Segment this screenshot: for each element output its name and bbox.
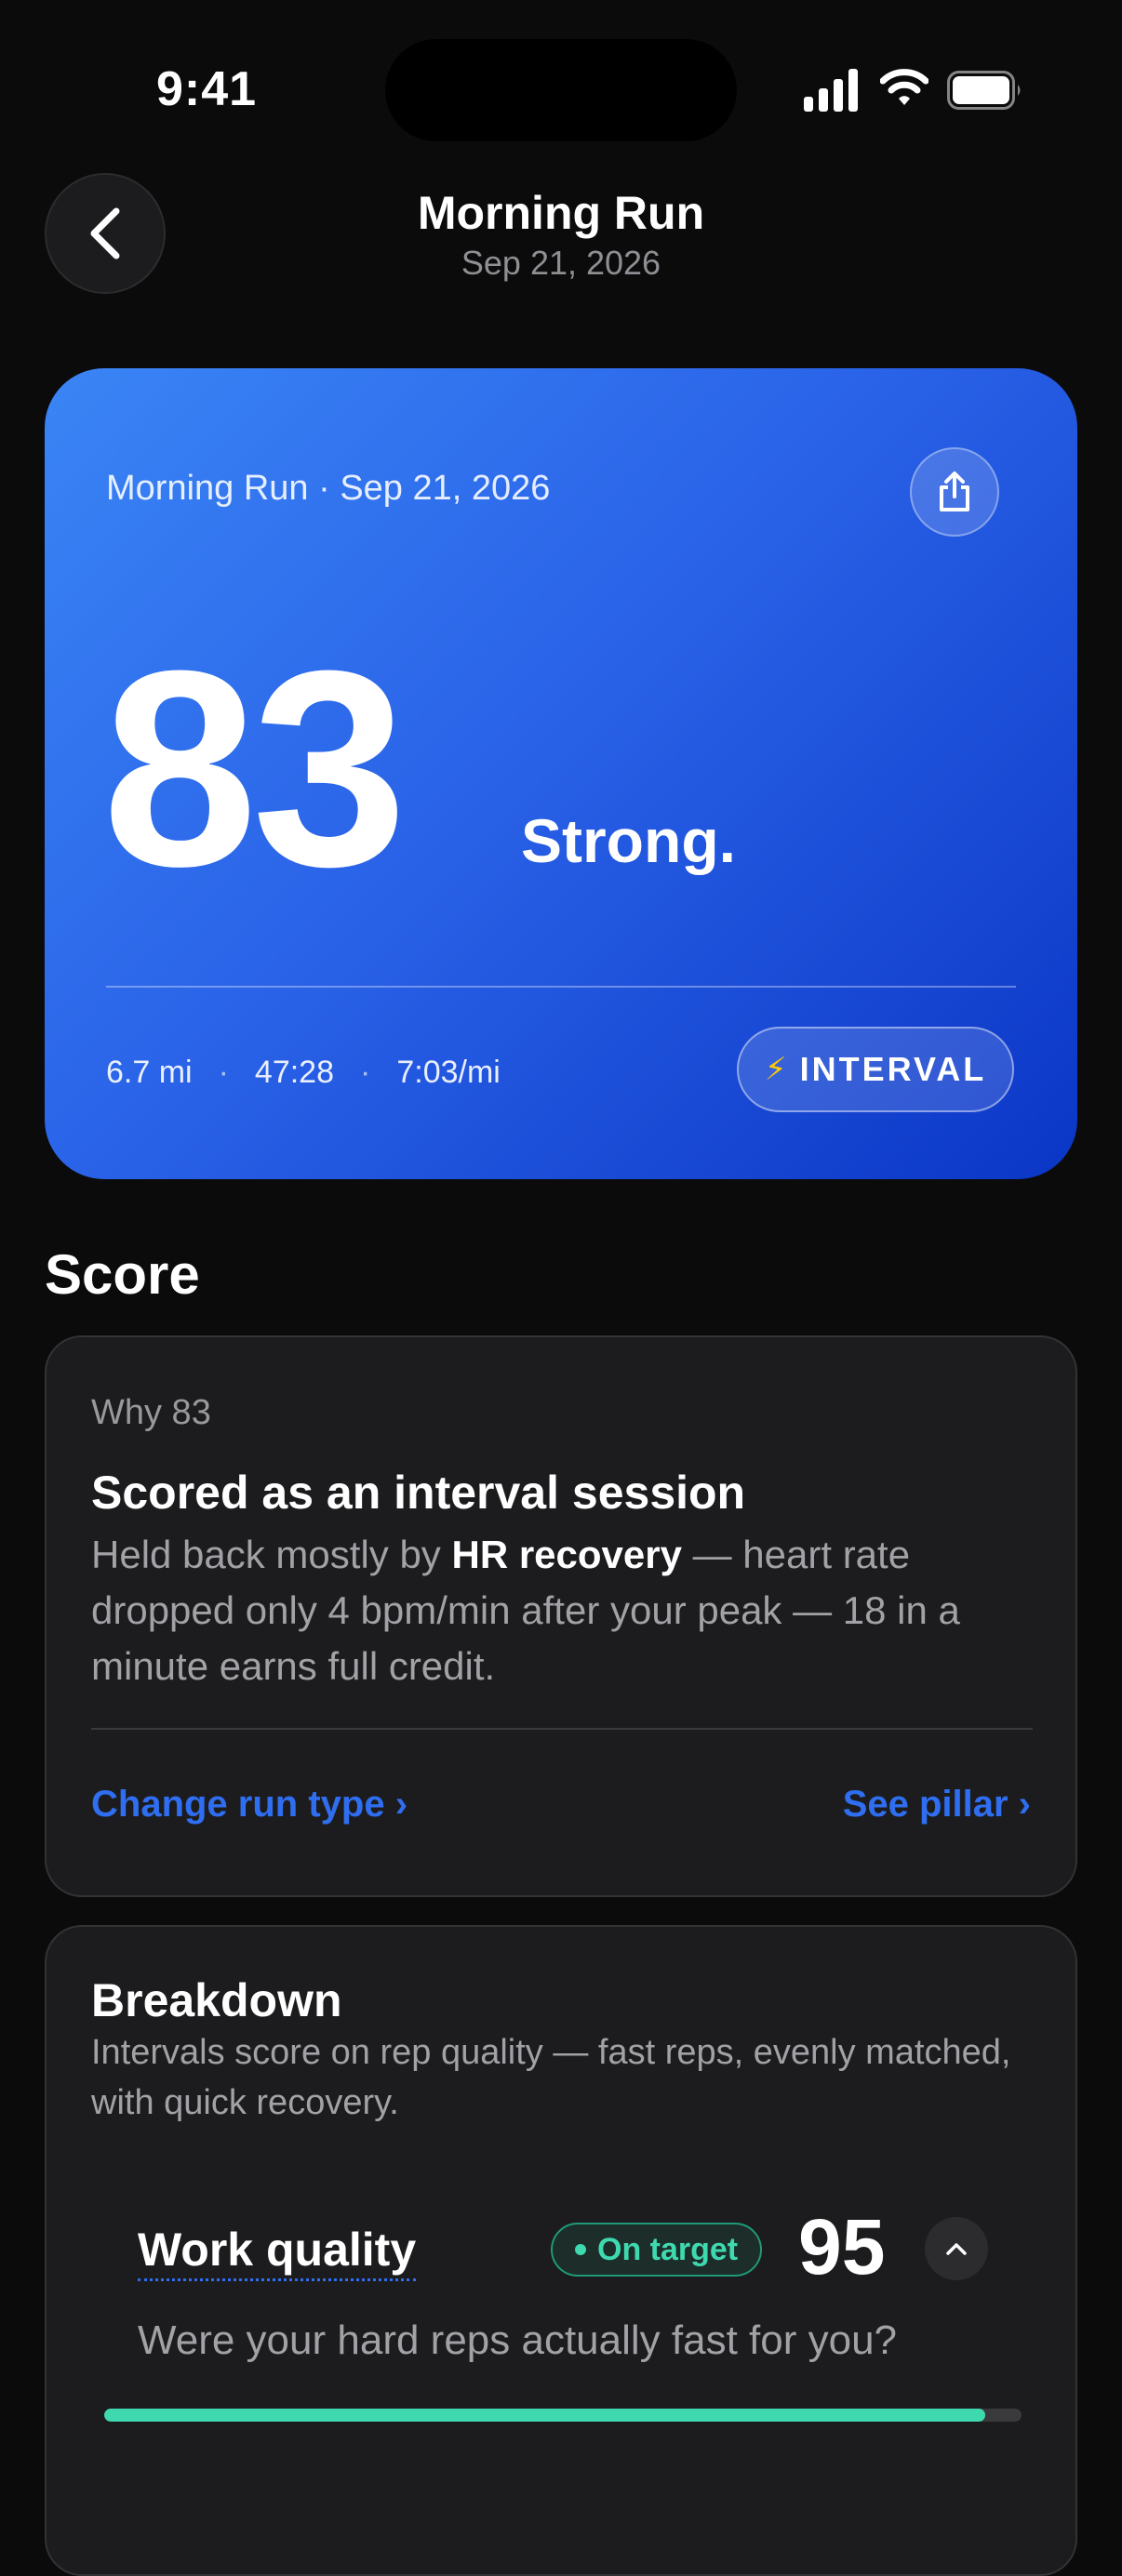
card-divider xyxy=(91,1728,1033,1730)
share-button[interactable] xyxy=(910,447,999,537)
distance-stat: 6.7 mi xyxy=(106,1055,193,1090)
breakdown-card: Breakdown Intervals score on rep quality… xyxy=(45,1925,1077,2576)
why-title: Scored as an interval session xyxy=(91,1467,746,1519)
pillar-progress-fill xyxy=(104,2409,985,2422)
status-label: On target xyxy=(597,2231,739,2267)
stat-separator: · xyxy=(360,1055,371,1090)
run-type-badge[interactable]: ⚡ INTERVAL xyxy=(737,1027,1014,1112)
status-time: 9:41 xyxy=(156,62,258,116)
see-pillar-link[interactable]: See pillar › xyxy=(843,1784,1031,1826)
stat-separator: · xyxy=(218,1055,229,1090)
run-score: 83 xyxy=(102,612,407,924)
score-hero-card: Morning Run · Sep 21, 2026 83 Strong. 6.… xyxy=(45,368,1077,1179)
duration-stat: 47:28 xyxy=(254,1055,335,1090)
share-icon xyxy=(940,471,969,511)
run-stats: 6.7 mi · 47:28 · 7:03/mi xyxy=(106,1055,501,1091)
status-dot-icon xyxy=(575,2244,586,2255)
run-type-label: INTERVAL xyxy=(799,1050,987,1088)
page-subtitle: Sep 21, 2026 xyxy=(461,244,661,282)
change-run-type-link[interactable]: Change run type › xyxy=(91,1784,407,1826)
status-badge: On target xyxy=(551,2223,763,2277)
breakdown-title: Breakdown xyxy=(91,1974,342,2026)
breakdown-description: Intervals score on rep quality — fast re… xyxy=(91,2033,1011,2122)
why-body-text: Held back mostly by xyxy=(91,1533,452,1576)
why-score-card: Why 83 Scored as an interval session Hel… xyxy=(45,1335,1077,1897)
wifi-icon xyxy=(880,69,928,105)
score-verdict: Strong. xyxy=(521,806,736,875)
chevron-up-icon xyxy=(946,2243,967,2255)
page-title: Morning Run xyxy=(417,187,705,239)
cellular-signal-icon xyxy=(804,69,858,112)
collapse-button[interactable] xyxy=(925,2217,988,2280)
hero-label: Morning Run · Sep 21, 2026 xyxy=(106,469,551,508)
pace-stat: 7:03/mi xyxy=(396,1055,501,1090)
battery-icon xyxy=(947,71,1021,110)
pillar-score: 95 xyxy=(798,2203,886,2291)
dynamic-island xyxy=(385,39,737,141)
pillar-name[interactable]: Work quality xyxy=(138,2223,417,2281)
why-body: Held back mostly by HR recovery — heart … xyxy=(91,1527,1031,1694)
pillar-progress-bar xyxy=(104,2409,1022,2422)
why-eyebrow: Why 83 xyxy=(91,1393,211,1432)
pillar-question: Were your hard reps actually fast for yo… xyxy=(138,2317,898,2363)
hero-divider xyxy=(106,986,1016,988)
why-body-emphasis: HR recovery xyxy=(451,1533,682,1576)
section-title: Score xyxy=(45,1243,200,1306)
lightning-icon: ⚡ xyxy=(764,1052,787,1087)
